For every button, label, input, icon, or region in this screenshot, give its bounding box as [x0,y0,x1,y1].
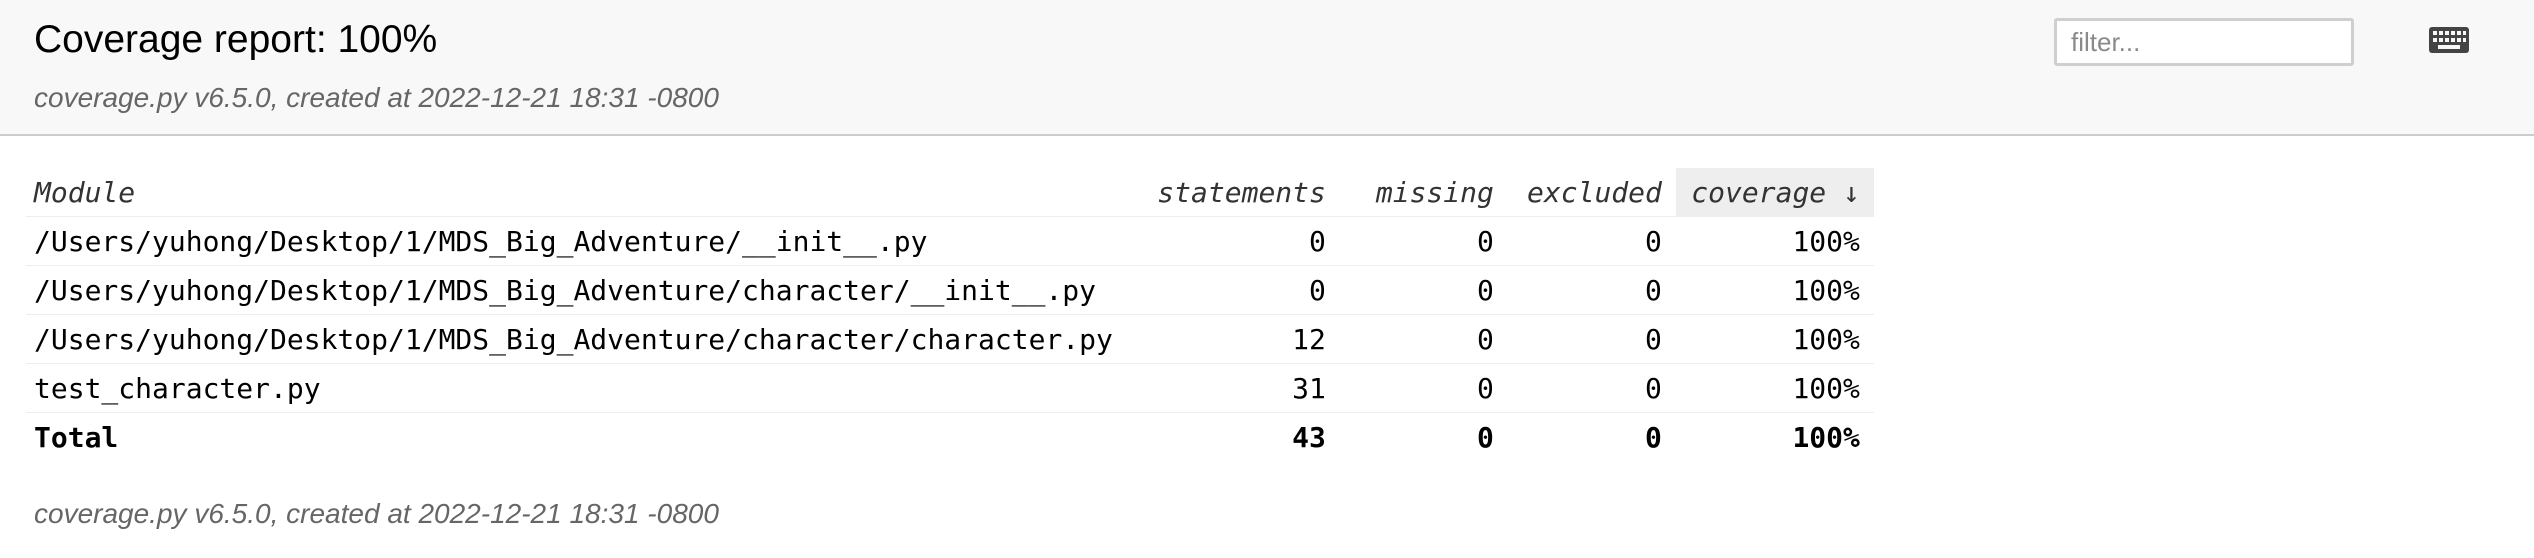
footer-created-info: coverage.py v6.5.0, created at 2022-12-2… [34,498,719,529]
table-row: /Users/yuhong/Desktop/1/MDS_Big_Adventur… [26,265,1874,315]
coverage-table: Module statements missing excluded cover… [26,168,1874,461]
coverage-cell: 100% [1675,314,1874,364]
excluded-cell: 0 [1507,363,1676,413]
column-header-statements[interactable]: statements [1126,168,1340,217]
module-name: /Users/yuhong/Desktop/1/MDS_Big_Adventur… [26,265,1127,315]
filter-input[interactable] [2054,18,2354,66]
column-header-excluded[interactable]: excluded [1507,168,1676,217]
total-row: Total 43 0 0 100% [26,413,1874,462]
table-header-row: Module statements missing excluded cover… [26,168,1874,217]
report-header: Coverage report: 100% coverage.py v6.5.0… [0,0,2534,136]
missing-cell: 0 [1339,314,1508,364]
missing-cell: 0 [1339,216,1508,266]
missing-cell: 0 [1339,265,1508,315]
module-name: /Users/yuhong/Desktop/1/MDS_Big_Adventur… [26,314,1127,364]
module-name: test_character.py [26,363,1127,413]
total-excluded: 0 [1645,420,1662,454]
module-name: /Users/yuhong/Desktop/1/MDS_Big_Adventur… [26,216,1127,266]
excluded-cell: 0 [1507,265,1676,315]
coverage-cell: 100% [1675,265,1874,315]
total-missing: 0 [1477,420,1494,454]
column-header-coverage[interactable]: coverage ↓ [1675,168,1874,217]
missing-cell: 0 [1339,363,1508,413]
statements-cell: 12 [1126,314,1340,364]
excluded-cell: 0 [1507,216,1676,266]
created-info: coverage.py v6.5.0, created at 2022-12-2… [34,82,719,113]
statements-cell: 0 [1126,265,1340,315]
total-coverage: 100% [1792,420,1860,454]
total-label: Total [34,420,119,454]
table-row: test_character.py 31 0 0 100% [26,363,1874,413]
statements-cell: 31 [1126,363,1340,413]
coverage-cell: 100% [1675,216,1874,266]
column-header-module[interactable]: Module [26,168,1127,217]
excluded-cell: 0 [1507,314,1676,364]
statements-cell: 0 [1126,216,1340,266]
table-row: /Users/yuhong/Desktop/1/MDS_Big_Adventur… [26,314,1874,364]
table-row: /Users/yuhong/Desktop/1/MDS_Big_Adventur… [26,216,1874,266]
page-title: Coverage report: 100% [34,18,438,61]
coverage-cell: 100% [1675,363,1874,413]
total-statements: 43 [1292,420,1326,454]
keyboard-icon[interactable] [2428,26,2470,54]
column-header-missing[interactable]: missing [1339,168,1508,217]
